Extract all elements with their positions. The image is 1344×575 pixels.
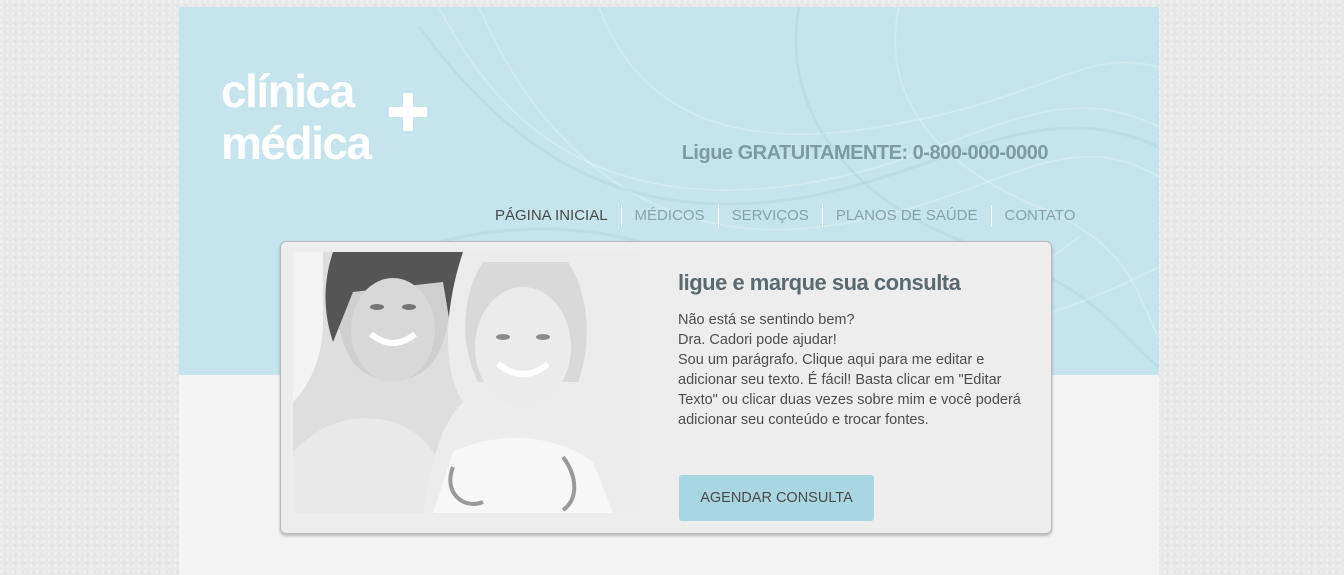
main-navigation: PÁGINA INICIAL MÉDICOS SERVIÇOS PLANOS D… (489, 204, 1088, 228)
card-text-line-1: Não está se sentindo bem? (678, 312, 855, 328)
card-text-line-2: Dra. Cadori pode ajudar! (678, 332, 837, 348)
nav-item-contato[interactable]: CONTATO (990, 205, 1089, 227)
card-text-paragraph: Sou um parágrafo. Clique aqui para me ed… (678, 352, 1021, 428)
doctors-photo (293, 252, 641, 513)
schedule-appointment-button[interactable]: AGENDAR CONSULTA (679, 475, 874, 521)
doctors-illustration (293, 252, 641, 513)
logo-line-2: médica (221, 117, 372, 169)
nav-item-medicos[interactable]: MÉDICOS (620, 205, 718, 227)
card-description: Não está se sentindo bem? Dra. Cadori po… (678, 310, 1028, 430)
site-logo[interactable]: clínica médica (221, 65, 372, 169)
nav-item-pagina-inicial[interactable]: PÁGINA INICIAL (489, 205, 621, 227)
page-container: clínica médica Ligue GRATUITAMENTE: 0-80… (179, 7, 1159, 575)
nav-item-servicos[interactable]: SERVIÇOS (717, 205, 822, 227)
card-title: ligue e marque sua consulta (678, 270, 961, 295)
plus-icon (389, 93, 427, 131)
logo-line-1: clínica (221, 65, 355, 117)
phone-number: Ligue GRATUITAMENTE: 0-800-000-0000 (681, 142, 1049, 164)
nav-item-planos-de-saude[interactable]: PLANOS DE SAÚDE (821, 205, 991, 227)
appointment-card: ligue e marque sua consulta Não está se … (280, 241, 1052, 534)
